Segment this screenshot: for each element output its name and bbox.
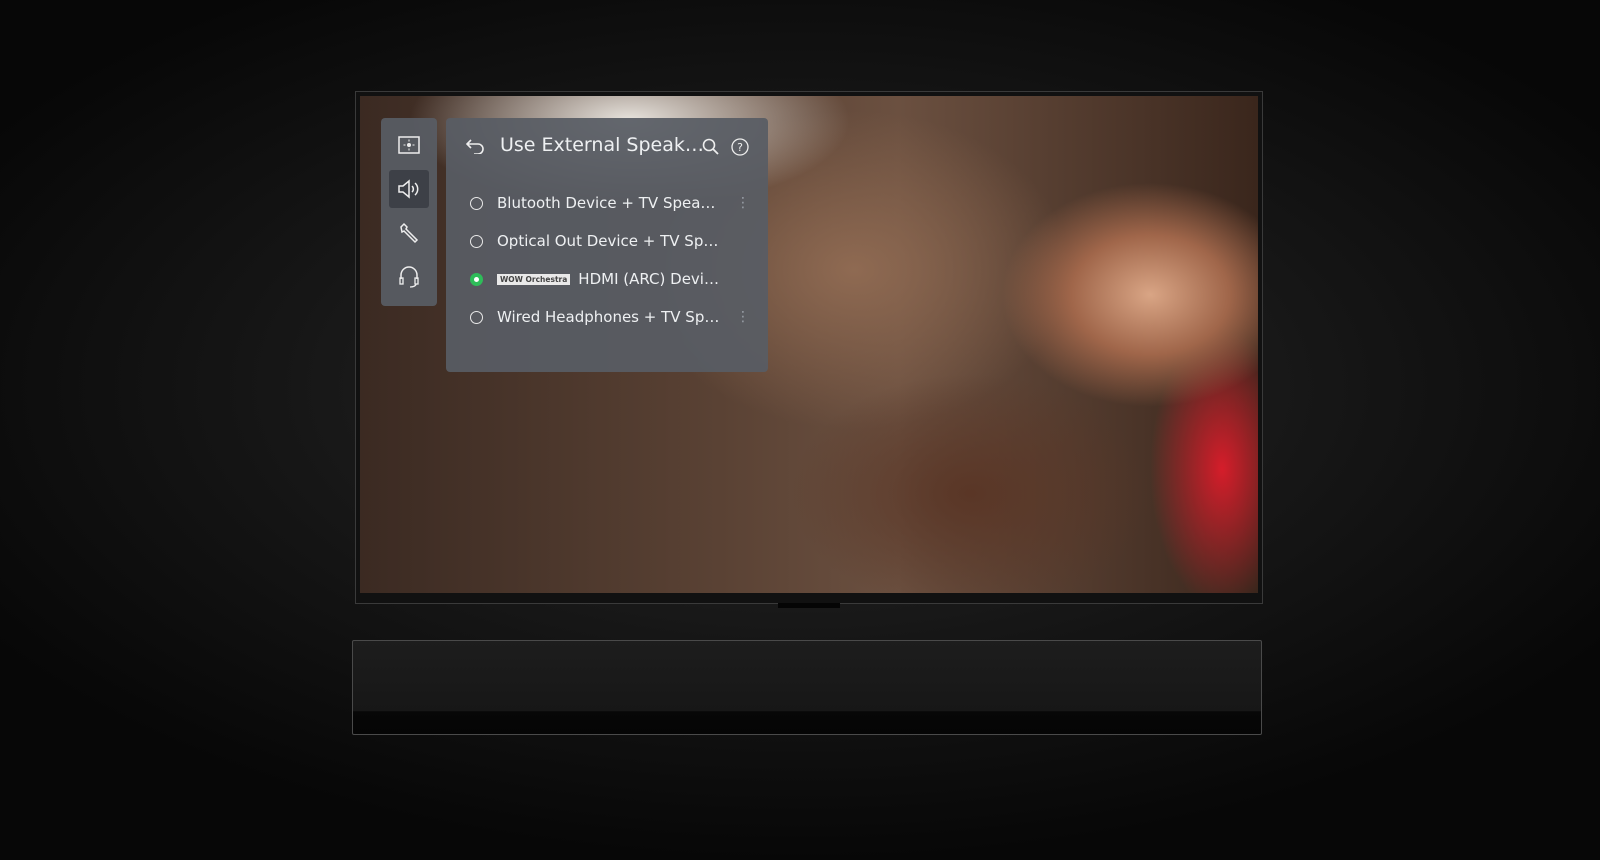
radio-button[interactable] — [470, 310, 483, 324]
nav-general[interactable] — [389, 214, 429, 252]
option-label: HDMI (ARC) Devi… — [578, 270, 719, 288]
nav-support[interactable] — [389, 258, 429, 296]
option-label: Wired Headphones + TV Sp… — [497, 308, 720, 326]
back-icon[interactable] — [466, 138, 486, 154]
sound-icon — [398, 179, 419, 199]
wrench-icon — [400, 222, 419, 244]
soundbar — [352, 640, 1262, 735]
external-speaker-panel: Use External Speak… ? Blutooth Device + … — [446, 118, 768, 372]
panel-title: Use External Speak… — [500, 134, 704, 156]
svg-text:?: ? — [737, 141, 743, 154]
option-hdmi-arc[interactable]: WOW Orchestra HDMI (ARC) Devi… — [470, 264, 750, 294]
radio-button[interactable] — [470, 196, 483, 210]
nav-sound[interactable] — [389, 170, 429, 208]
wow-orchestra-badge: WOW Orchestra — [497, 273, 571, 285]
option-bluetooth[interactable]: Blutooth Device + TV Spea… ⋮ — [470, 188, 750, 218]
more-options-icon[interactable]: ⋮ — [736, 310, 750, 324]
radio-button-selected[interactable] — [470, 272, 483, 286]
nav-picture[interactable] — [389, 126, 429, 164]
settings-nav — [381, 118, 437, 306]
more-options-icon[interactable]: ⋮ — [736, 196, 750, 210]
option-label: Optical Out Device + TV Sp… — [497, 232, 719, 250]
option-label: Blutooth Device + TV Spea… — [497, 194, 716, 212]
headset-icon — [399, 266, 419, 288]
help-icon[interactable]: ? — [731, 138, 749, 156]
picture-icon — [398, 136, 420, 154]
option-optical[interactable]: Optical Out Device + TV Sp… — [470, 226, 750, 256]
radio-button[interactable] — [470, 234, 483, 248]
tv-stand — [778, 603, 840, 608]
option-wired-headphones[interactable]: Wired Headphones + TV Sp… ⋮ — [470, 302, 750, 332]
search-icon[interactable] — [702, 138, 720, 156]
